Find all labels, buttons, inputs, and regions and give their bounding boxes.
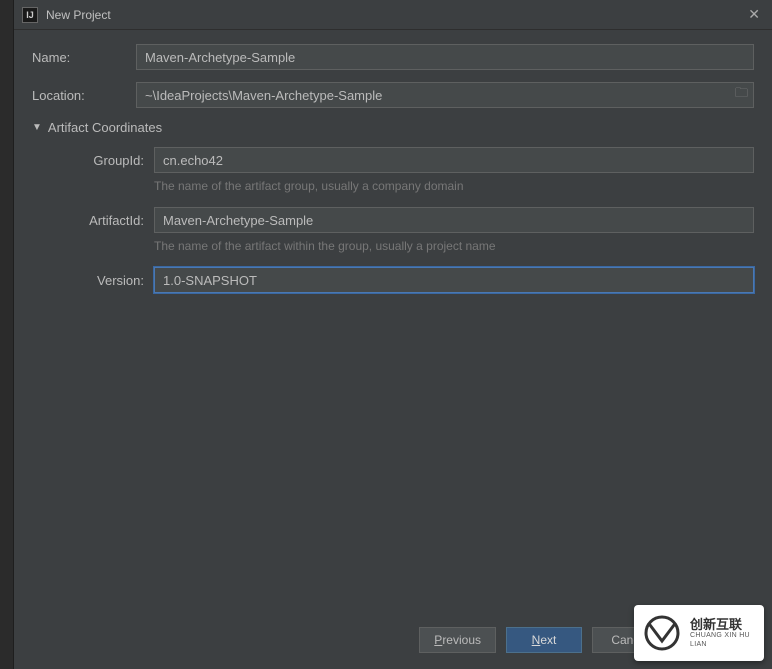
location-row: Location: 🗀 (32, 82, 754, 108)
watermark-badge: 创新互联 CHUANG XIN HU LIAN (634, 605, 764, 661)
version-input[interactable] (154, 267, 754, 293)
groupid-input[interactable] (154, 147, 754, 173)
name-label: Name: (32, 50, 136, 65)
version-row: Version: (50, 267, 754, 293)
window-title: New Project (46, 8, 744, 22)
watermark-cn: 创新互联 (690, 617, 756, 633)
titlebar: IJ New Project ✕ (14, 0, 772, 30)
artifactid-hint-row: The name of the artifact within the grou… (50, 239, 754, 253)
new-project-dialog: IJ New Project ✕ Name: Location: 🗀 ▼ Art… (14, 0, 772, 669)
version-label: Version: (50, 273, 154, 288)
location-input[interactable] (136, 82, 754, 108)
artifact-coordinates-toggle[interactable]: ▼ Artifact Coordinates (32, 120, 754, 135)
previous-button[interactable]: Previous (419, 627, 496, 653)
left-backdrop (0, 0, 14, 669)
groupid-label: GroupId: (50, 153, 154, 168)
artifactid-input[interactable] (154, 207, 754, 233)
groupid-hint-row: The name of the artifact group, usually … (50, 179, 754, 193)
artifactid-row: ArtifactId: (50, 207, 754, 233)
section-title: Artifact Coordinates (48, 120, 162, 135)
groupid-hint: The name of the artifact group, usually … (154, 179, 754, 193)
dialog-body: Name: Location: 🗀 ▼ Artifact Coordinates… (14, 30, 772, 621)
artifactid-label: ArtifactId: (50, 213, 154, 228)
watermark-pinyin: CHUANG XIN HU LIAN (690, 632, 756, 649)
name-input[interactable] (136, 44, 754, 70)
browse-folder-icon[interactable]: 🗀 (735, 84, 748, 106)
artifactid-hint: The name of the artifact within the grou… (154, 239, 754, 253)
name-row: Name: (32, 44, 754, 70)
next-button[interactable]: Next (506, 627, 582, 653)
artifact-coordinates-section: GroupId: The name of the artifact group,… (32, 147, 754, 293)
location-label: Location: (32, 88, 136, 103)
close-icon[interactable]: ✕ (744, 4, 764, 25)
intellij-icon: IJ (22, 7, 38, 23)
watermark-logo-icon (642, 613, 682, 653)
groupid-row: GroupId: (50, 147, 754, 173)
chevron-down-icon: ▼ (32, 122, 42, 133)
